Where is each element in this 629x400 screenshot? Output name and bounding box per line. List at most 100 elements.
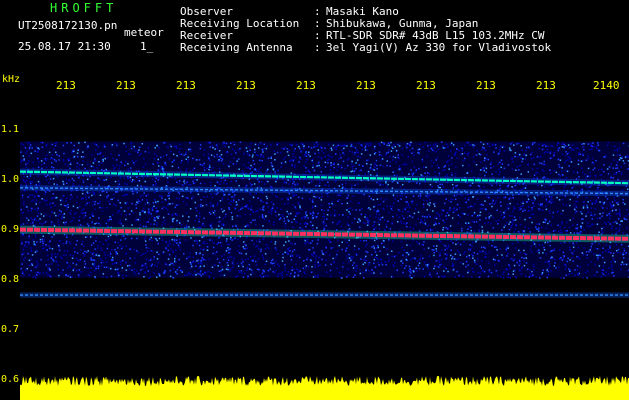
- noise-dot: [479, 203, 481, 206]
- noise-dot: [187, 272, 189, 274]
- noise-dot: [157, 158, 159, 161]
- noise-dot: [448, 214, 450, 217]
- noise-dot: [156, 161, 158, 164]
- noise-dot: [503, 271, 505, 273]
- noise-dot: [251, 239, 253, 242]
- noise-dot: [610, 206, 613, 209]
- noise-dot: [65, 200, 67, 202]
- noise-dot: [599, 174, 601, 176]
- noise-dot: [423, 275, 426, 278]
- noise-dot: [184, 226, 186, 229]
- noise-dot: [218, 159, 220, 161]
- noise-dot: [209, 141, 211, 144]
- noise-dot: [299, 226, 301, 229]
- noise-dot: [558, 230, 560, 233]
- noise-dot: [194, 201, 196, 204]
- noise-dot: [52, 260, 55, 262]
- noise-dot: [511, 157, 513, 159]
- noise-dot: [93, 259, 96, 262]
- noise-dot: [312, 228, 314, 230]
- noise-dot: [77, 149, 79, 151]
- noise-dot: [518, 169, 520, 171]
- noise-dot: [479, 265, 481, 267]
- noise-dot: [413, 212, 416, 215]
- noise-dot: [72, 205, 75, 208]
- noise-dot: [259, 156, 262, 158]
- noise-dot: [359, 272, 362, 275]
- noise-dot: [323, 218, 325, 221]
- noise-dot: [252, 219, 254, 221]
- noise-dot: [517, 156, 519, 158]
- noise-dot: [235, 180, 237, 182]
- noise-dot: [395, 255, 397, 257]
- noise-dot: [28, 177, 30, 180]
- noise-dot: [546, 148, 548, 151]
- noise-dot: [226, 262, 229, 264]
- noise-dot: [529, 231, 531, 233]
- noise-dot: [600, 275, 602, 278]
- noise-dot: [488, 196, 490, 199]
- noise-dot: [548, 196, 551, 198]
- receiver-label: Receiver: [180, 29, 233, 42]
- noise-dot: [243, 241, 245, 243]
- noise-dot: [567, 156, 570, 158]
- noise-dot: [572, 242, 574, 245]
- noise-dot: [106, 254, 109, 256]
- noise-dot: [62, 269, 64, 271]
- noise-dot: [604, 250, 607, 252]
- noise-dot: [403, 267, 406, 269]
- noise-dot: [240, 270, 243, 272]
- noise-dot: [400, 222, 403, 224]
- noise-dot: [50, 223, 52, 225]
- noise-dot: [176, 269, 179, 271]
- noise-dot: [60, 210, 62, 213]
- noise-dot: [34, 275, 36, 277]
- noise-dot: [119, 263, 122, 266]
- noise-dot: [173, 145, 176, 148]
- noise-dot: [275, 249, 277, 251]
- time-tick: 213: [536, 79, 556, 92]
- noise-dot: [133, 248, 135, 251]
- noise-dot: [288, 240, 290, 242]
- noise-dot: [120, 247, 123, 250]
- noise-dot: [140, 254, 142, 256]
- noise-dot: [377, 261, 379, 264]
- noise-dot: [425, 195, 427, 197]
- noise-dot: [231, 262, 234, 264]
- noise-dot: [116, 144, 118, 147]
- noise-dot: [347, 207, 350, 210]
- noise-dot: [108, 237, 110, 240]
- noise-dot: [587, 186, 589, 189]
- noise-dot: [143, 264, 145, 267]
- noise-dot: [144, 236, 147, 238]
- noise-dot: [182, 195, 184, 198]
- noise-dot: [613, 149, 616, 152]
- noise-dot: [343, 147, 345, 150]
- noise-dot: [248, 154, 251, 156]
- noise-dot: [125, 253, 127, 255]
- noise-dot: [377, 221, 380, 223]
- noise-dot: [515, 225, 518, 227]
- noise-dot: [602, 251, 604, 254]
- noise-dot: [227, 198, 229, 201]
- noise-dot: [120, 206, 122, 209]
- noise-dot: [386, 164, 388, 167]
- noise-dot: [618, 218, 620, 220]
- noise-dot: [547, 241, 549, 244]
- noise-dot: [229, 256, 231, 258]
- noise-dot: [452, 242, 454, 244]
- noise-dot: [484, 256, 486, 258]
- noise-dot: [225, 240, 228, 242]
- noise-dot: [578, 232, 580, 235]
- noise-dot: [454, 276, 456, 278]
- noise-dot: [274, 243, 276, 245]
- noise-dot: [298, 161, 300, 163]
- noise-dot: [23, 274, 25, 276]
- noise-dot: [557, 149, 560, 152]
- noise-dot: [574, 274, 576, 276]
- noise-dot: [407, 143, 410, 146]
- noise-dot: [412, 174, 414, 176]
- noise-dot: [350, 163, 353, 165]
- noise-dot: [199, 163, 202, 166]
- noise-dot: [27, 162, 29, 164]
